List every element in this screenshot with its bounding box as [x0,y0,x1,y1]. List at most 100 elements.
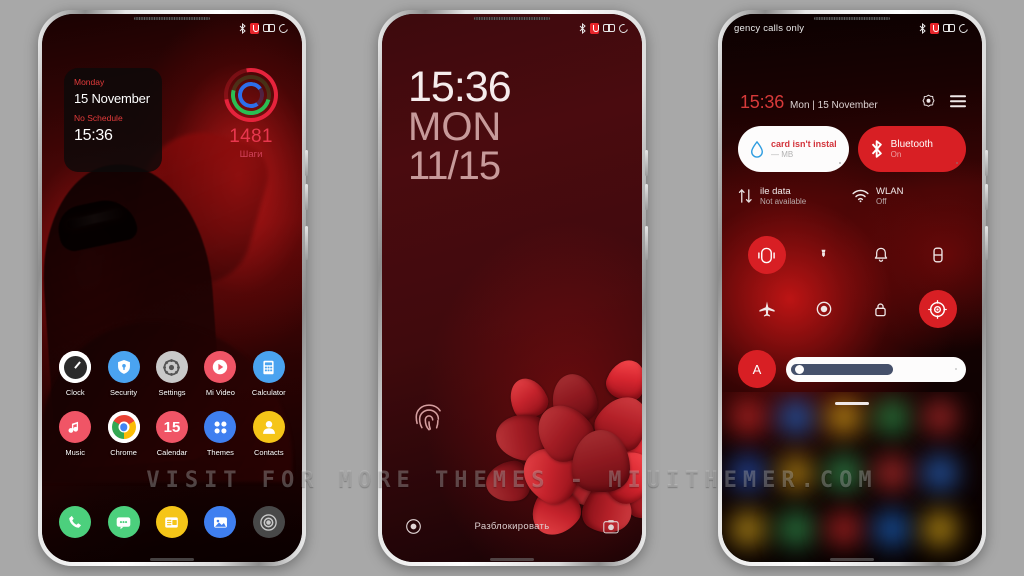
volume-up-button[interactable] [985,150,988,176]
shade-drag-handle[interactable] [835,402,869,405]
app-music[interactable]: Music [51,411,99,457]
auto-brightness-label: A [752,361,762,377]
camera-icon[interactable] [601,517,620,536]
app-themes[interactable]: Themes [196,411,244,457]
location-icon [928,299,947,319]
blurred-app-icon [779,400,813,434]
chrome-icon[interactable] [107,411,140,443]
blurred-app-icon [923,456,957,490]
sync-icon [957,21,970,35]
toggle-airplane-mode[interactable] [748,290,786,328]
app-contacts[interactable]: Contacts [245,411,293,457]
widget-time: 15:36 [74,127,113,144]
app-mi-video[interactable]: Mi Video [196,351,244,397]
brightness-slider[interactable] [786,356,966,382]
toggle-do-not-disturb[interactable] [862,236,900,274]
toggle-silent-mode[interactable] [747,236,786,274]
app-settings[interactable]: Settings [148,351,196,397]
steps-widget[interactable]: 1481 Шаги [202,57,300,172]
lock-screen[interactable]: 15:36 MON 11/15 Разблокировать [382,14,642,562]
music-note-icon[interactable] [59,411,92,443]
quick-row-mobile-data[interactable]: ile data Not available [738,186,852,207]
quick-row-subtitle: Not available [760,197,807,207]
volume-up-button[interactable] [645,150,648,176]
dock-phone[interactable] [51,506,99,538]
lock-weekday: MON [408,105,502,150]
play-icon[interactable] [204,351,237,383]
app-security[interactable]: Security [99,351,147,397]
bell-icon [872,246,890,264]
app-chrome[interactable]: Chrome [99,411,147,457]
gear-icon[interactable] [155,351,188,383]
notification-shade-screen[interactable]: gency calls only 15:36 Mon | 15 November [722,14,982,562]
widget-schedule: No Schedule [74,113,123,123]
assistant-circle-icon[interactable] [404,517,423,536]
slider-knob[interactable] [794,363,805,375]
dock-camera[interactable] [245,506,293,538]
app-calculator[interactable]: Calculator [245,351,293,397]
shade-clock: 15:36 Mon | 15 November [740,92,878,113]
blurred-app-icon [827,456,861,490]
dock-notes[interactable] [148,506,196,538]
volume-down-button[interactable] [985,184,988,210]
app-clock[interactable]: Clock [51,351,99,397]
menu-icon[interactable] [950,95,966,108]
steps-label: Шаги [239,149,263,160]
toggle-flashlight[interactable] [805,236,843,274]
wifi-icon [852,190,869,203]
camera-icon[interactable] [252,506,285,538]
message-icon[interactable] [107,506,140,538]
bottom-notch [150,558,194,561]
quick-row-subtitle: Off [876,197,887,207]
bottom-notch [830,558,874,561]
app-calendar[interactable]: 15 Calendar [148,411,196,457]
volume-up-button[interactable] [305,150,308,176]
activity-rings-icon [213,57,289,133]
toggle-grid [738,236,966,328]
shield-icon[interactable] [107,351,140,383]
quick-row-wlan[interactable]: WLAN Off [852,186,966,207]
contact-icon[interactable] [252,411,285,443]
quick-card-title: Bluetooth [890,138,933,150]
bluetooth-icon [579,22,586,34]
quick-card-bluetooth[interactable]: Bluetooth On [857,126,966,172]
shade-time: 15:36 [740,92,785,112]
battery-icon [929,246,947,264]
bluetooth-icon [919,22,926,34]
card-dot [956,162,958,164]
app-label: Clock [65,388,85,397]
toggle-screen-record[interactable] [805,290,843,328]
data-arrows-icon [738,189,752,204]
power-button[interactable] [645,226,648,260]
blurred-app-icons [722,392,982,562]
dock-gallery[interactable] [196,506,244,538]
quick-card-sim[interactable]: card isn't instal — MB [738,126,849,172]
clock-widget[interactable]: Monday 15 November No Schedule 15:36 [64,68,162,172]
home-screen[interactable]: Monday 15 November No Schedule 15:36 148… [42,14,302,562]
power-button[interactable] [985,226,988,260]
volume-down-button[interactable] [305,184,308,210]
lockscreen-bottom-bar: Разблокировать [382,517,642,536]
app-label: Security [110,388,138,397]
volume-down-button[interactable] [645,184,648,210]
dock-messages[interactable] [99,506,147,538]
phone-icon[interactable] [59,506,92,538]
app-label: Mi Video [205,388,235,397]
lockscreen-clock: 15:36 MON 11/15 [408,65,512,187]
notes-icon[interactable] [155,506,188,538]
calculator-icon[interactable] [252,351,285,383]
toggle-battery-saver[interactable] [919,236,957,274]
water-drop-icon [751,140,763,158]
power-button[interactable] [305,226,308,260]
auto-brightness-button[interactable]: A [738,350,776,388]
toggle-rotation-lock[interactable] [862,290,900,328]
shade-header-actions [921,94,966,109]
themes-icon[interactable] [204,411,237,443]
clock-icon[interactable] [59,351,92,383]
calendar-icon[interactable]: 15 [155,411,188,443]
settings-icon[interactable] [921,94,936,109]
fingerprint-icon[interactable] [412,400,446,434]
quick-card-title: card isn't instal [771,139,837,150]
toggle-location[interactable] [918,290,957,328]
gallery-icon[interactable] [204,506,237,538]
